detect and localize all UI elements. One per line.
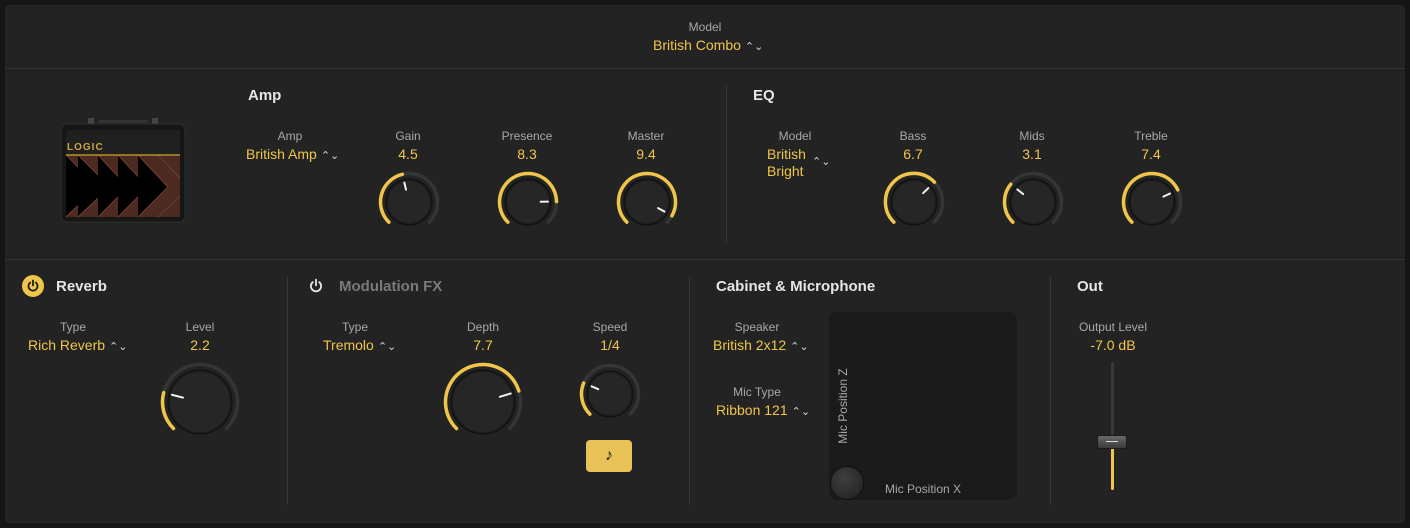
bass-value: 6.7: [903, 146, 923, 162]
amp-type-label: Amp: [277, 129, 303, 143]
bass-label: Bass: [899, 129, 927, 143]
modulation-type-label: Type: [341, 320, 368, 334]
depth-label: Depth: [466, 320, 500, 334]
master-knob[interactable]: [616, 171, 678, 233]
mic-type-selector[interactable]: Ribbon 121 ⌃⌄: [716, 402, 810, 418]
knob-face: [589, 373, 631, 415]
model-label: Model: [688, 20, 722, 34]
reverb-level-label: Level: [185, 320, 215, 334]
modulation-section-title: Modulation FX: [339, 278, 443, 295]
gain-knob[interactable]: [378, 171, 440, 233]
speed-knob[interactable]: [579, 363, 641, 425]
amp-image: [60, 118, 186, 223]
modulation-type-value: Tremolo: [323, 337, 374, 353]
master-label: Master: [627, 129, 665, 143]
mids-label: Mids: [1019, 129, 1045, 143]
treble-value: 7.4: [1141, 146, 1161, 162]
plugin-panel: [5, 5, 1405, 523]
mic-position-handle[interactable]: [830, 466, 864, 500]
master-value: 9.4: [636, 146, 656, 162]
model-value: British Combo: [653, 37, 741, 53]
treble-knob[interactable]: [1121, 171, 1183, 233]
depth-knob[interactable]: [443, 362, 523, 442]
presence-knob[interactable]: [497, 171, 559, 233]
eq-section-title: EQ: [753, 87, 775, 104]
mid-divider: [5, 259, 1405, 260]
output-level-value: -7.0 dB: [1090, 337, 1136, 353]
knob-face: [1131, 181, 1173, 223]
reverb-power-button[interactable]: [22, 275, 44, 297]
knob-face: [388, 181, 430, 223]
updown-arrow-icon: ⌃⌄: [791, 406, 811, 418]
speed-value: 1/4: [600, 337, 620, 353]
treble-label: Treble: [1134, 129, 1168, 143]
gain-value: 4.5: [398, 146, 418, 162]
modulation-type-selector[interactable]: Tremolo ⌃⌄: [323, 337, 396, 353]
reverb-mod-divider: [287, 277, 288, 505]
mids-knob[interactable]: [1002, 171, 1064, 233]
eq-model-value-line1: British: [767, 146, 806, 162]
reverb-level-knob[interactable]: [160, 362, 240, 442]
knob-face: [453, 372, 513, 432]
header-divider: [5, 68, 1405, 69]
reverb-type-value: Rich Reverb: [28, 337, 106, 353]
bass-knob[interactable]: [883, 171, 945, 233]
amp-type-selector[interactable]: British Amp ⌃⌄: [246, 146, 339, 162]
reverb-type-label: Type: [59, 320, 86, 334]
speaker-value: British 2x12: [713, 337, 787, 353]
music-note-icon: ♪: [605, 447, 613, 464]
updown-arrow-icon: ⌃⌄: [744, 41, 764, 53]
mids-value: 3.1: [1022, 146, 1042, 162]
tempo-sync-button[interactable]: ♪: [586, 440, 632, 472]
reverb-section-title: Reverb: [56, 278, 107, 295]
mic-type-value: Ribbon 121: [716, 402, 788, 418]
power-icon: [27, 279, 39, 292]
updown-arrow-icon: ⌃⌄: [109, 341, 128, 353]
knob-face: [170, 372, 230, 432]
speed-label: Speed: [592, 320, 628, 334]
mic-type-label: Mic Type: [733, 385, 781, 399]
reverb-level-value: 2.2: [190, 337, 210, 353]
updown-arrow-icon: ⌃⌄: [812, 156, 831, 168]
gain-label: Gain: [395, 129, 421, 143]
knob-face: [626, 181, 668, 223]
updown-arrow-icon: ⌃⌄: [377, 341, 397, 353]
updown-arrow-icon: ⌃⌄: [790, 341, 809, 353]
mod-cabinet-divider: [689, 277, 690, 505]
mic-position-z-label: Mic Position Z: [836, 368, 850, 444]
depth-value: 7.7: [473, 337, 493, 353]
eq-model-value-line2: Bright: [767, 163, 804, 179]
amp-section-title: Amp: [248, 87, 282, 104]
knob-face: [1012, 181, 1054, 223]
reverb-type-selector[interactable]: Rich Reverb ⌃⌄: [28, 337, 127, 353]
amp-logo-text: LOGIC: [67, 142, 104, 153]
cabinet-out-divider: [1050, 277, 1051, 505]
amp-eq-divider: [726, 86, 727, 242]
out-section-title: Out: [1077, 278, 1103, 295]
eq-model-label: Model: [778, 129, 812, 143]
model-selector[interactable]: British Combo ⌃⌄: [653, 37, 763, 53]
speaker-selector[interactable]: British 2x12 ⌃⌄: [713, 337, 809, 353]
amp-type-value: British Amp: [246, 146, 317, 162]
output-level-fader-handle[interactable]: [1097, 435, 1127, 450]
updown-arrow-icon: ⌃⌄: [320, 150, 340, 162]
output-level-label: Output Level: [1078, 320, 1148, 334]
cabinet-section-title: Cabinet & Microphone: [716, 278, 876, 295]
presence-value: 8.3: [517, 146, 537, 162]
power-icon: [310, 278, 322, 293]
eq-model-selector[interactable]: British Bright: [767, 146, 806, 180]
mic-position-x-label: Mic Position X: [885, 482, 962, 496]
presence-label: Presence: [501, 129, 553, 143]
speaker-label: Speaker: [734, 320, 780, 334]
modulation-power-button[interactable]: [305, 275, 327, 297]
